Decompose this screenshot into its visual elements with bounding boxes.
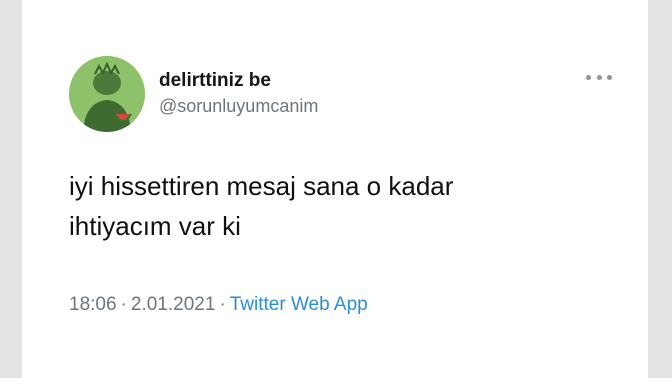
more-dot: [596, 74, 602, 80]
tweet-text-line: iyi hissettiren mesaj sana o kadar: [69, 171, 454, 201]
display-name[interactable]: delirttiniz be: [159, 70, 318, 92]
user-avatar[interactable]: [69, 56, 145, 132]
meta-separator: ·: [120, 294, 127, 315]
tweet-text-line: ihtiyacım var ki: [69, 211, 241, 241]
avatar-icon: [69, 56, 145, 132]
user-info: delirttiniz be @sorunluyumcanim: [159, 70, 318, 117]
more-dot: [607, 74, 612, 80]
meta-separator: ·: [219, 294, 226, 315]
tweet-text: iyi hissettiren mesaj sana o kadar ihtiy…: [69, 166, 609, 246]
tweet-date[interactable]: 2.01.2021: [131, 294, 216, 315]
more-horizontal-icon[interactable]: [586, 70, 612, 84]
tweet-time[interactable]: 18:06: [69, 294, 117, 315]
tweet-source-link[interactable]: Twitter Web App: [230, 294, 368, 315]
tweet-card: delirttiniz be @sorunluyumcanim iyi hiss…: [22, 0, 648, 378]
screenshot-frame: delirttiniz be @sorunluyumcanim iyi hiss…: [0, 0, 672, 378]
more-dot: [586, 74, 591, 80]
tweet-meta: 18:06 · 2.01.2021 · Twitter Web App: [69, 292, 368, 318]
user-handle[interactable]: @sorunluyumcanim: [159, 95, 318, 117]
